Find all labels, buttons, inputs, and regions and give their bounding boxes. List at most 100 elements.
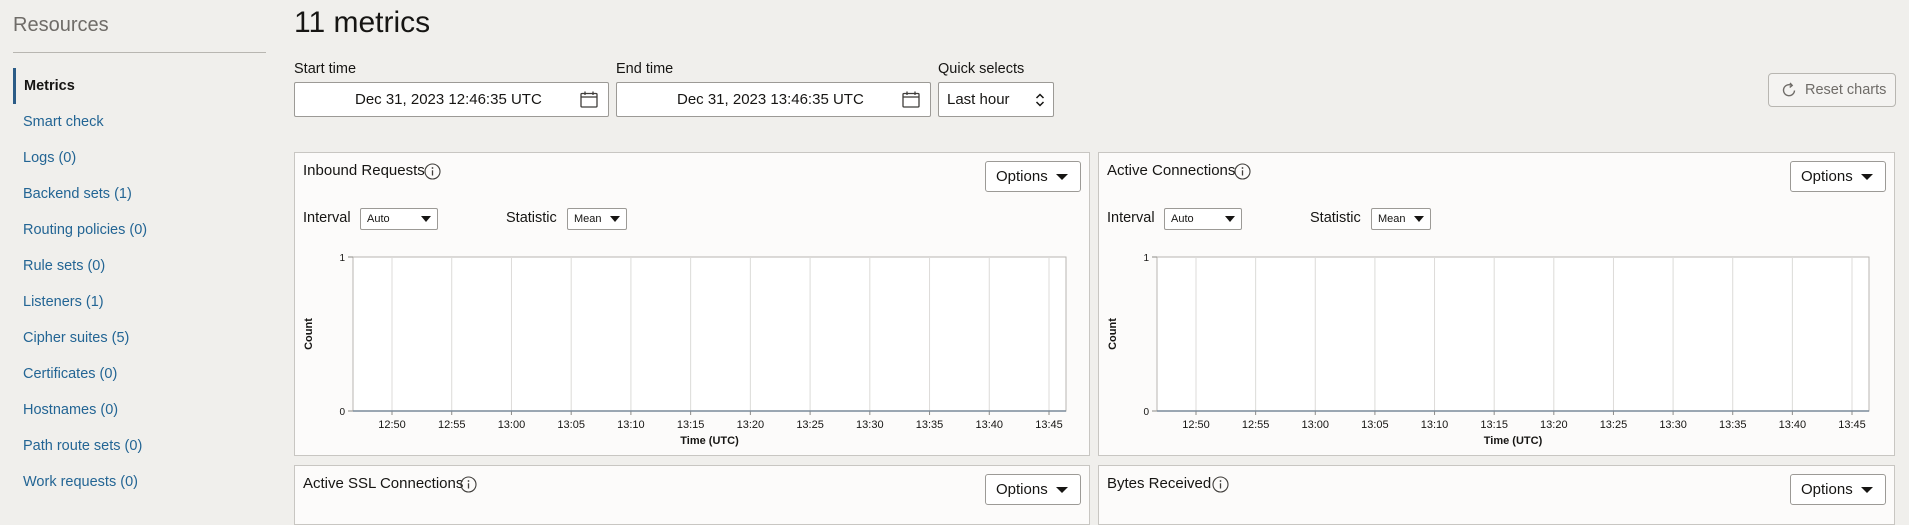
interval-select[interactable]: Auto bbox=[360, 208, 438, 230]
end-time-label: End time bbox=[616, 61, 674, 77]
interval-label: Interval bbox=[303, 210, 351, 226]
y-tick-label: 1 bbox=[339, 253, 345, 264]
sidebar-item-rule-sets[interactable]: Rule sets (0) bbox=[13, 248, 263, 284]
divider bbox=[13, 52, 266, 53]
caret-down-icon bbox=[1225, 216, 1235, 222]
updown-chevron-icon bbox=[1035, 93, 1045, 107]
caret-down-icon bbox=[1861, 174, 1873, 180]
x-tick-label: 13:40 bbox=[976, 419, 1004, 431]
x-tick-label: 13:20 bbox=[737, 419, 765, 431]
x-tick-label: 13:00 bbox=[498, 419, 526, 431]
options-button[interactable]: Options bbox=[985, 474, 1081, 505]
quick-selects-dropdown[interactable]: Last hour bbox=[938, 82, 1054, 117]
sidebar-item-path-route-sets[interactable]: Path route sets (0) bbox=[13, 428, 263, 464]
statistic-label: Statistic bbox=[1310, 210, 1361, 226]
sidebar-item-work-requests[interactable]: Work requests (0) bbox=[13, 464, 263, 500]
interval-value: Auto bbox=[367, 213, 390, 225]
x-tick-label: 13:00 bbox=[1302, 419, 1330, 431]
x-tick-label: 13:10 bbox=[617, 419, 645, 431]
sidebar-item-logs[interactable]: Logs (0) bbox=[13, 140, 263, 176]
caret-down-icon bbox=[1056, 487, 1068, 493]
info-icon[interactable] bbox=[460, 476, 477, 493]
caret-down-icon bbox=[421, 216, 431, 222]
quick-selects-value: Last hour bbox=[947, 91, 1010, 108]
info-icon[interactable] bbox=[424, 163, 441, 180]
x-tick-label: 12:50 bbox=[1182, 419, 1210, 431]
x-tick-label: 13:05 bbox=[557, 419, 585, 431]
sidebar-item-smart-check[interactable]: Smart check bbox=[13, 104, 263, 140]
options-button[interactable]: Options bbox=[1790, 161, 1886, 192]
start-time-value: Dec 31, 2023 12:46:35 UTC bbox=[355, 91, 542, 108]
statistic-value: Mean bbox=[1378, 213, 1406, 225]
inbound-requests-panel: Inbound Requests Options Interval Auto S… bbox=[294, 152, 1090, 456]
y-axis-label: Count bbox=[1107, 318, 1119, 350]
x-tick-label: 13:25 bbox=[1600, 419, 1628, 431]
end-time-value: Dec 31, 2023 13:46:35 UTC bbox=[677, 91, 864, 108]
options-button[interactable]: Options bbox=[1790, 474, 1886, 505]
panel-title: Inbound Requests bbox=[303, 162, 425, 179]
x-tick-label: 13:45 bbox=[1838, 419, 1866, 431]
calendar-icon[interactable] bbox=[902, 91, 920, 108]
active-ssl-connections-panel: Active SSL Connections Options bbox=[294, 465, 1090, 525]
x-tick-label: 13:35 bbox=[916, 419, 944, 431]
y-tick-label: 0 bbox=[339, 407, 345, 418]
x-tick-label: 13:15 bbox=[677, 419, 705, 431]
end-time-input[interactable]: Dec 31, 2023 13:46:35 UTC bbox=[616, 82, 931, 117]
resources-title: Resources bbox=[13, 14, 109, 36]
statistic-select[interactable]: Mean bbox=[567, 208, 627, 230]
caret-down-icon bbox=[1056, 174, 1068, 180]
caret-down-icon bbox=[610, 216, 620, 222]
inbound-requests-chart: 12:50 12:55 13:00 13:05 13:10 13:15 13:20 13:25… bbox=[303, 253, 1067, 447]
calendar-icon[interactable] bbox=[580, 91, 598, 108]
x-axis-label: Time (UTC) bbox=[680, 435, 739, 447]
x-tick-label: 12:50 bbox=[378, 419, 406, 431]
caret-down-icon bbox=[1414, 216, 1424, 222]
statistic-label: Statistic bbox=[506, 210, 557, 226]
sidebar-item-cipher-suites[interactable]: Cipher suites (5) bbox=[13, 320, 263, 356]
page-title: 11 metrics bbox=[294, 6, 431, 39]
refresh-icon bbox=[1782, 82, 1796, 97]
resources-sidebar: Resources Metrics Smart check Logs (0) B… bbox=[0, 0, 280, 508]
sidebar-item-routing-policies[interactable]: Routing policies (0) bbox=[13, 212, 263, 248]
plot-area bbox=[1156, 256, 1870, 412]
x-tick-label: 13:30 bbox=[1659, 419, 1687, 431]
x-axis-label: Time (UTC) bbox=[1484, 435, 1543, 447]
sidebar-item-listeners[interactable]: Listeners (1) bbox=[13, 284, 263, 320]
start-time-label: Start time bbox=[294, 61, 357, 77]
x-tick-label: 13:10 bbox=[1421, 419, 1449, 431]
resources-nav: Metrics Smart check Logs (0) Backend set… bbox=[13, 68, 263, 500]
statistic-value: Mean bbox=[574, 213, 602, 225]
sidebar-item-metrics[interactable]: Metrics bbox=[13, 68, 263, 104]
reset-charts-button[interactable]: Reset charts bbox=[1768, 73, 1896, 107]
quick-selects-label: Quick selects bbox=[938, 61, 1025, 77]
panel-title: Bytes Received bbox=[1107, 475, 1212, 492]
y-tick-label: 1 bbox=[1143, 253, 1149, 264]
x-tick-label: 13:35 bbox=[1719, 419, 1747, 431]
interval-value: Auto bbox=[1171, 213, 1194, 225]
y-tick-label: 0 bbox=[1143, 407, 1149, 418]
x-tick-label: 13:45 bbox=[1035, 419, 1063, 431]
active-connections-chart: 12:50 12:55 13:00 13:05 13:10 13:15 13:20 13:25… bbox=[1107, 253, 1870, 447]
options-label: Options bbox=[996, 168, 1048, 185]
info-icon[interactable] bbox=[1234, 163, 1251, 180]
start-time-input[interactable]: Dec 31, 2023 12:46:35 UTC bbox=[294, 82, 609, 117]
interval-select[interactable]: Auto bbox=[1164, 208, 1242, 230]
statistic-select[interactable]: Mean bbox=[1371, 208, 1431, 230]
x-tick-label: 13:15 bbox=[1480, 419, 1508, 431]
x-tick-label: 13:05 bbox=[1361, 419, 1389, 431]
info-icon[interactable] bbox=[1212, 476, 1229, 493]
x-tick-label: 13:30 bbox=[856, 419, 884, 431]
options-button[interactable]: Options bbox=[985, 161, 1081, 192]
x-tick-label: 12:55 bbox=[438, 419, 466, 431]
options-label: Options bbox=[996, 481, 1048, 498]
plot-area bbox=[352, 256, 1067, 412]
sidebar-item-hostnames[interactable]: Hostnames (0) bbox=[13, 392, 263, 428]
interval-label: Interval bbox=[1107, 210, 1155, 226]
x-tick-label: 13:20 bbox=[1540, 419, 1568, 431]
options-label: Options bbox=[1801, 168, 1853, 185]
bytes-received-panel: Bytes Received Options bbox=[1098, 465, 1895, 525]
x-tick-label: 13:40 bbox=[1779, 419, 1807, 431]
x-tick-label: 13:25 bbox=[796, 419, 824, 431]
sidebar-item-certificates[interactable]: Certificates (0) bbox=[13, 356, 263, 392]
sidebar-item-backend-sets[interactable]: Backend sets (1) bbox=[13, 176, 263, 212]
